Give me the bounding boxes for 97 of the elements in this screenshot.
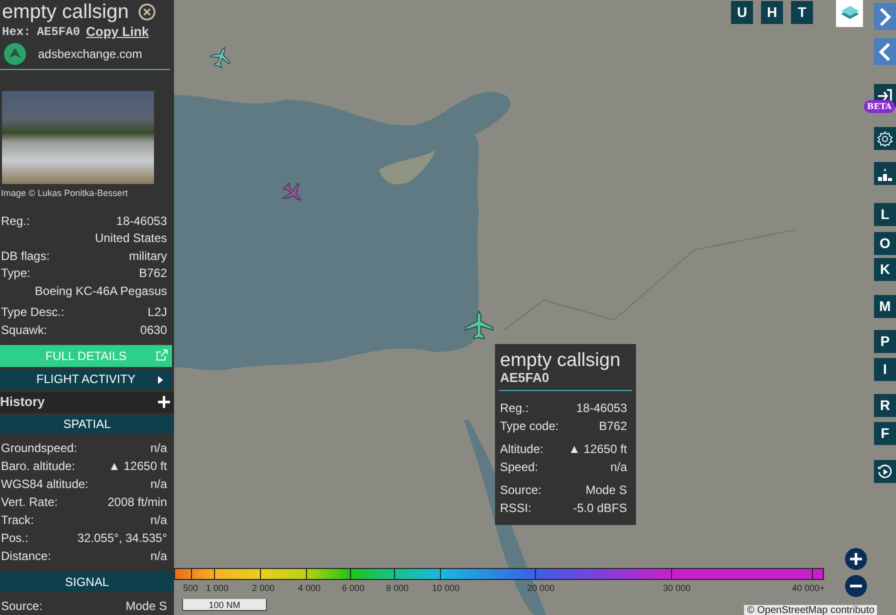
section-header: SIGNAL (0, 572, 174, 592)
hex-code: AE5FA0 (36, 24, 80, 41)
field-value: military (129, 248, 167, 265)
field-value: United States (94, 230, 167, 248)
toolbar-button[interactable]: K (874, 258, 896, 281)
field-value: B762 (138, 265, 167, 282)
map-attribution: © OpenStreetMap contributo (744, 605, 878, 615)
settings-icon (877, 130, 893, 146)
field-value: Mode S (586, 482, 627, 499)
field-label: Type Desc.: (1, 304, 64, 322)
field-value: Mode S (126, 598, 167, 615)
chevron-left-button[interactable] (874, 38, 896, 65)
field-label: Distance: (1, 548, 52, 566)
close-icon[interactable] (138, 3, 156, 21)
altitude-label: 20 000 (527, 582, 555, 595)
field-label: Groundspeed: (1, 440, 78, 458)
replay-icon (877, 464, 893, 480)
field-label: Vert. Rate: (1, 494, 58, 512)
history-label: History (0, 393, 45, 412)
field-label: Type code: (500, 418, 559, 435)
altitude-label: 8 000 (386, 582, 409, 595)
site-name[interactable]: adsbexchange.com (38, 45, 142, 64)
field-label: Squawk: (1, 322, 48, 339)
altitude-label: 500 (183, 582, 198, 595)
field-label: Pos.: (1, 530, 28, 548)
login-icon (877, 88, 893, 104)
field-label: Speed: (500, 459, 538, 476)
aircraft-icon[interactable] (464, 310, 494, 340)
chevron-left-icon (878, 42, 892, 62)
beta-badge: BETA (864, 100, 895, 113)
external-link-icon (156, 349, 168, 362)
field-label: Type: (1, 265, 30, 282)
field-label: Altitude: (500, 441, 544, 458)
copy-link[interactable]: Copy Link (86, 22, 149, 42)
field-value: ▲ 12650 ft (108, 458, 167, 476)
field-value: Boeing KC-46A Pegasus (34, 282, 167, 300)
caret-icon (158, 376, 163, 384)
field-label: Source: (1, 598, 42, 615)
aircraft-icon[interactable] (210, 46, 232, 68)
plus-icon (849, 552, 863, 566)
replay-button[interactable] (874, 460, 896, 483)
field-value: n/a (150, 440, 167, 458)
flight-activity-button[interactable]: FLIGHT ACTIVITY (0, 370, 172, 389)
altitude-label: 1 000 (206, 582, 229, 595)
podium-button[interactable] (874, 162, 896, 185)
field-value: 0630 (140, 322, 167, 339)
toolbar-button[interactable]: U (731, 1, 753, 24)
site-logo-icon[interactable] (4, 43, 26, 66)
field-value: n/a (610, 459, 627, 476)
history-header[interactable]: History (0, 392, 174, 413)
field-value: 32.055°, 34.535° (77, 530, 167, 548)
photo-credit: Image © Lukas Ponitka-Bessert (0, 187, 129, 200)
toolbar-button[interactable]: O (874, 232, 896, 255)
podium-icon (877, 166, 893, 182)
field-value: L2J (148, 304, 167, 322)
toolbar-button[interactable]: T (791, 1, 813, 24)
field-label: Source: (500, 482, 542, 499)
altitude-label: 30 000 (663, 582, 691, 595)
field-label: Track: (1, 512, 34, 530)
field-label: Reg.: (1, 212, 30, 230)
scale-bar: 100 NM (182, 599, 267, 611)
altitude-label: 6 000 (342, 582, 365, 595)
field-value: ▲ 12650 ft (568, 441, 627, 458)
toolbar-button[interactable]: F (874, 422, 896, 445)
toolbar-button[interactable]: R (874, 394, 896, 417)
hex-label: Hex: (2, 24, 31, 41)
toolbar-button[interactable]: L (874, 203, 896, 226)
settings-button[interactable] (874, 127, 896, 150)
chevron-right-button[interactable] (874, 3, 896, 30)
field-label: WGS84 altitude: (1, 476, 88, 494)
toolbar-button[interactable]: I (874, 358, 896, 381)
field-label: Reg.: (500, 400, 529, 417)
tooltip-hex: AE5FA0 (500, 371, 550, 385)
toolbar-button[interactable]: P (874, 330, 896, 353)
altitude-label: 10 000 (432, 582, 460, 595)
field-value: 2008 ft/min (108, 494, 167, 512)
altitude-label: 2 000 (252, 582, 275, 595)
toolbar-button[interactable]: H (761, 1, 783, 24)
field-value: 18-46053 (116, 212, 167, 230)
field-label: Baro. altitude: (1, 458, 76, 476)
altitude-label: 4 000 (298, 582, 321, 595)
field-value: B762 (598, 418, 627, 435)
aircraft-callsign: empty callsign (2, 0, 129, 24)
chevron-right-icon (878, 6, 892, 26)
field-label: RSSI: (500, 500, 532, 517)
field-value: n/a (150, 512, 167, 530)
field-label: DB flags: (1, 248, 50, 265)
field-value: n/a (150, 548, 167, 566)
plus-icon[interactable] (158, 396, 170, 408)
field-value: n/a (150, 476, 167, 494)
toolbar-button[interactable]: M (874, 295, 896, 318)
field-value: -5.0 dBFS (572, 500, 627, 517)
section-header: SPATIAL (0, 414, 174, 434)
layers-button[interactable] (836, 0, 863, 27)
tooltip-callsign: empty callsign (500, 350, 622, 371)
altitude-label: 40 000+ (792, 582, 825, 595)
field-value: 18-46053 (576, 400, 627, 417)
